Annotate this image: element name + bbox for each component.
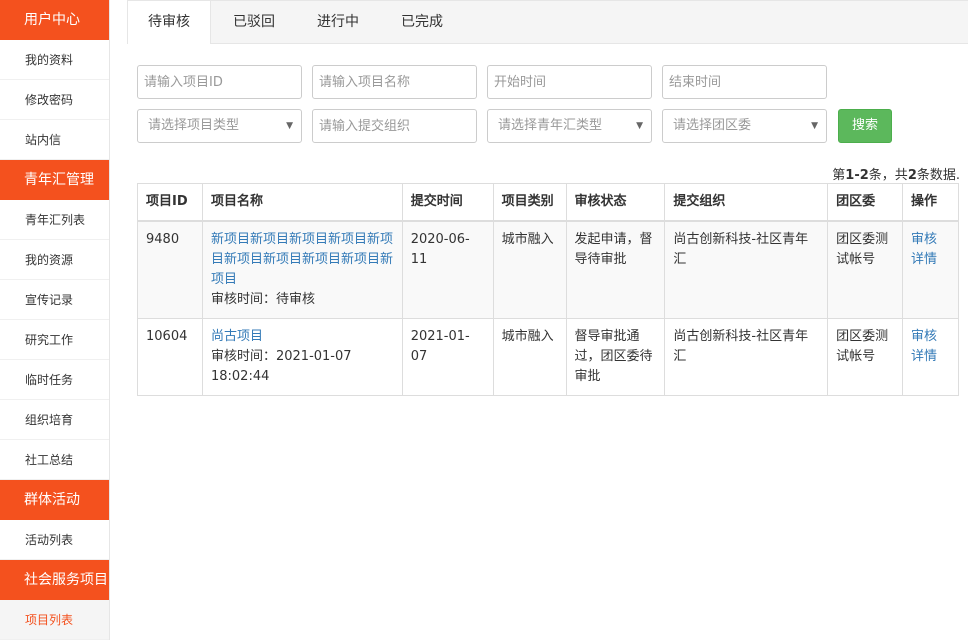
search-button[interactable]: 搜索 xyxy=(838,109,892,143)
cell-category: 城市融入 xyxy=(492,317,567,396)
sidebar-item-my-profile[interactable]: 我的资料 xyxy=(0,40,109,80)
youth-club-type-select[interactable]: 请选择青年汇类型 ▼ xyxy=(487,109,652,143)
cell-project-id: 9480 xyxy=(137,220,203,319)
summary-mid: 条，共 xyxy=(868,168,908,183)
tab-in-progress[interactable]: 进行中 xyxy=(297,1,379,44)
project-type-select-label: 请选择项目类型 xyxy=(148,118,240,133)
header-district: 团区委 xyxy=(827,183,904,222)
end-time-field xyxy=(662,65,827,99)
caret-down-icon: ▼ xyxy=(636,121,643,131)
cell-status: 督导审批通过，团区委待审批 xyxy=(565,317,666,396)
sidebar-item-my-resources[interactable]: 我的资源 xyxy=(0,240,109,280)
cell-actions: 审核 详情 xyxy=(902,317,959,396)
detail-link[interactable]: 详情 xyxy=(911,347,950,367)
header-project-name: 项目名称 xyxy=(201,183,403,222)
sidebar-group-group-activities: 群体活动 xyxy=(0,480,109,520)
sidebar-item-change-password[interactable]: 修改密码 xyxy=(0,80,109,120)
review-time: 审核时间：2021-01-07 18:02:44 xyxy=(210,348,352,384)
cell-actions: 审核 详情 xyxy=(902,220,959,319)
summary-range: 1-2 xyxy=(845,168,869,183)
tab-pending[interactable]: 待审核 xyxy=(128,1,211,44)
cell-project-id: 10604 xyxy=(137,317,203,396)
sidebar-item-activity-list[interactable]: 活动列表 xyxy=(0,520,109,560)
summary-suffix: 条数据. xyxy=(916,168,960,183)
review-link[interactable]: 审核 xyxy=(911,327,950,347)
tab-completed[interactable]: 已完成 xyxy=(381,1,463,44)
sidebar-item-messages[interactable]: 站内信 xyxy=(0,120,109,160)
submit-org-field xyxy=(312,109,477,143)
table-header-row: 项目ID 项目名称 提交时间 项目类别 审核状态 提交组织 团区委 操作 xyxy=(137,183,959,222)
project-id-field xyxy=(137,65,302,99)
sidebar-item-social-work-summary[interactable]: 社工总结 xyxy=(0,440,109,480)
sidebar-group-youth-club: 青年汇管理 xyxy=(0,160,109,200)
submit-org-input[interactable] xyxy=(319,110,476,142)
sidebar-item-project-list[interactable]: 项目列表 xyxy=(0,600,109,640)
project-name-input[interactable] xyxy=(319,66,476,98)
table-row: 9480 新项目新项目新项目新项目新项目新项目新项目新项目新项目新项目 审核时间… xyxy=(137,220,959,319)
sidebar-item-youth-club-list[interactable]: 青年汇列表 xyxy=(0,200,109,240)
sidebar: 用户中心 我的资料 修改密码 站内信 青年汇管理 青年汇列表 我的资源 宣传记录… xyxy=(0,0,110,640)
detail-link[interactable]: 详情 xyxy=(911,250,950,270)
cell-org: 尚古创新科技-社区青年汇 xyxy=(664,317,829,396)
cell-category: 城市融入 xyxy=(492,220,567,319)
tab-rejected[interactable]: 已驳回 xyxy=(213,1,295,44)
project-type-select[interactable]: 请选择项目类型 ▼ xyxy=(137,109,302,143)
end-time-input[interactable] xyxy=(669,66,826,98)
caret-down-icon: ▼ xyxy=(811,121,818,131)
project-table: 项目ID 项目名称 提交时间 项目类别 审核状态 提交组织 团区委 操作 948… xyxy=(137,183,959,396)
cell-org: 尚古创新科技-社区青年汇 xyxy=(664,220,829,319)
sidebar-item-temp-tasks[interactable]: 临时任务 xyxy=(0,360,109,400)
header-submit-time: 提交时间 xyxy=(401,183,494,222)
result-summary: 第1-2条，共2条数据. xyxy=(832,164,960,183)
district-select-label: 请选择团区委 xyxy=(673,118,752,133)
youth-club-type-select-label: 请选择青年汇类型 xyxy=(498,118,603,133)
sidebar-group-user-center: 用户中心 xyxy=(0,0,109,40)
project-id-input[interactable] xyxy=(144,66,301,98)
sidebar-group-social-service: 社会服务项目 xyxy=(0,560,109,600)
summary-prefix: 第 xyxy=(832,168,846,183)
status-tabs: 待审核 已驳回 进行中 已完成 xyxy=(127,0,968,44)
sidebar-item-publicity-records[interactable]: 宣传记录 xyxy=(0,280,109,320)
sidebar-item-research-work[interactable]: 研究工作 xyxy=(0,320,109,360)
sidebar-item-org-cultivation[interactable]: 组织培育 xyxy=(0,400,109,440)
cell-project-name: 尚古项目 审核时间：2021-01-07 18:02:44 xyxy=(201,317,403,396)
header-category: 项目类别 xyxy=(492,183,567,222)
project-name-link[interactable]: 新项目新项目新项目新项目新项目新项目新项目新项目新项目新项目 xyxy=(211,230,394,290)
cell-project-name: 新项目新项目新项目新项目新项目新项目新项目新项目新项目新项目 审核时间：待审核 xyxy=(201,220,403,319)
caret-down-icon: ▼ xyxy=(286,121,293,131)
start-time-field xyxy=(487,65,652,99)
review-time: 审核时间：待审核 xyxy=(210,291,315,307)
header-actions: 操作 xyxy=(902,183,959,222)
filter-form: 请选择项目类型 ▼ 请选择青年汇类型 ▼ 请选择团区委 ▼ 搜索 xyxy=(137,65,892,153)
table-row: 10604 尚古项目 审核时间：2021-01-07 18:02:44 2021… xyxy=(137,317,959,396)
cell-status: 发起申请，督导待审批 xyxy=(565,220,666,319)
main-content: 待审核 已驳回 进行中 已完成 请选择项目类型 ▼ xyxy=(127,0,968,640)
project-name-field xyxy=(312,65,477,99)
start-time-input[interactable] xyxy=(494,66,651,98)
header-status: 审核状态 xyxy=(565,183,666,222)
summary-total: 2 xyxy=(907,168,917,183)
cell-submit-time: 2020-06-11 xyxy=(401,220,494,319)
header-org: 提交组织 xyxy=(664,183,829,222)
cell-district: 团区委测试帐号 xyxy=(827,220,904,319)
review-link[interactable]: 审核 xyxy=(911,230,950,250)
cell-district: 团区委测试帐号 xyxy=(827,317,904,396)
district-select[interactable]: 请选择团区委 ▼ xyxy=(662,109,827,143)
header-project-id: 项目ID xyxy=(137,183,203,222)
project-name-link[interactable]: 尚古项目 xyxy=(211,327,394,347)
cell-submit-time: 2021-01-07 xyxy=(401,317,494,396)
